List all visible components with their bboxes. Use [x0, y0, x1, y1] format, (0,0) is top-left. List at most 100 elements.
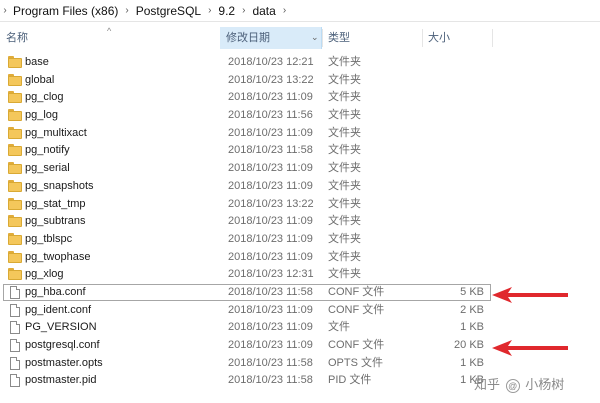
- list-item[interactable]: pg_twophase 2018/10/23 11:09 文件夹: [0, 249, 600, 267]
- file-size: 5 KB: [460, 285, 484, 298]
- list-item[interactable]: global 2018/10/23 13:22 文件夹: [0, 72, 600, 90]
- file-date: 2018/10/23 13:22: [228, 197, 314, 210]
- list-item[interactable]: pg_serial 2018/10/23 11:09 文件夹: [0, 160, 600, 178]
- column-header-type[interactable]: 类型: [322, 27, 422, 49]
- file-type: OPTS 文件: [328, 356, 384, 369]
- at-icon: @: [505, 378, 520, 393]
- list-item[interactable]: pg_log 2018/10/23 11:56 文件夹: [0, 107, 600, 125]
- file-name: pg_hba.conf: [25, 285, 86, 298]
- chevron-right-icon[interactable]: ›: [121, 5, 132, 16]
- column-divider[interactable]: [322, 29, 323, 47]
- file-size: [422, 266, 484, 284]
- file-name: PG_VERSION: [25, 321, 97, 334]
- column-header: 名称 修改日期 类型 大小: [0, 27, 600, 49]
- file-date: 2018/10/23 11:09: [228, 321, 313, 334]
- list-item[interactable]: base 2018/10/23 12:21 文件夹: [0, 54, 600, 72]
- file-size: [422, 249, 484, 267]
- folder-icon: [8, 232, 22, 245]
- file-type: 文件夹: [328, 56, 361, 68]
- list-item[interactable]: pg_subtrans 2018/10/23 11:09 文件夹: [0, 213, 600, 231]
- file-size: 20 KB: [454, 339, 484, 351]
- file-icon: [8, 374, 22, 388]
- watermark: 知乎 @ 小杨树: [474, 374, 564, 393]
- file-name: pg_tblspc: [25, 232, 73, 245]
- chevron-right-icon[interactable]: ›: [238, 5, 249, 16]
- file-type: 文件夹: [328, 144, 361, 157]
- chevron-right-icon[interactable]: ›: [204, 5, 215, 16]
- list-item[interactable]: PG_VERSION 2018/10/23 11:09 文件 1 KB: [0, 319, 600, 337]
- chevron-right-icon[interactable]: ›: [279, 5, 290, 16]
- folder-icon: [8, 162, 22, 175]
- breadcrumb: › Program Files (x86) › PostgreSQL › 9.2…: [0, 0, 600, 22]
- folder-icon: [8, 197, 22, 210]
- file-type: 文件夹: [328, 215, 361, 228]
- file-size: [422, 54, 484, 72]
- file-date: 2018/10/23 11:09: [228, 179, 313, 192]
- file-size: [422, 213, 484, 231]
- file-date: 2018/10/23 11:09: [228, 303, 313, 316]
- file-date: 2018/10/23 11:09: [228, 250, 313, 263]
- list-item[interactable]: pg_snapshots 2018/10/23 11:09 文件夹: [0, 178, 600, 196]
- file-date: 2018/10/23 11:09: [228, 91, 313, 104]
- breadcrumb-item[interactable]: 9.2: [215, 4, 238, 18]
- chevron-right-icon[interactable]: ›: [0, 5, 10, 16]
- list-item[interactable]: pg_notify 2018/10/23 11:58 文件夹: [0, 142, 600, 160]
- folder-icon: [8, 179, 22, 192]
- folder-icon: [8, 109, 22, 122]
- list-item[interactable]: pg_xlog 2018/10/23 12:31 文件夹: [0, 266, 600, 284]
- file-icon: [8, 321, 22, 335]
- file-size: [422, 107, 484, 125]
- annotation-arrow: [492, 340, 568, 356]
- list-item[interactable]: pg_clog 2018/10/23 11:09 文件夹: [0, 89, 600, 107]
- file-name: global: [25, 73, 55, 86]
- breadcrumb-item[interactable]: PostgreSQL: [133, 4, 204, 18]
- file-type: 文件: [328, 321, 350, 334]
- arrow-shape: [492, 287, 568, 303]
- folder-icon: [8, 126, 22, 139]
- list-item[interactable]: pg_tblspc 2018/10/23 11:09 文件夹: [0, 231, 600, 249]
- breadcrumb-item[interactable]: data: [249, 4, 278, 18]
- file-name: pg_stat_tmp: [25, 197, 86, 210]
- file-date: 2018/10/23 11:09: [228, 232, 313, 245]
- chevron-down-icon[interactable]: ⌄: [311, 33, 319, 42]
- file-name: pg_subtrans: [25, 215, 86, 228]
- column-header-date[interactable]: 修改日期: [220, 27, 322, 49]
- file-name: base: [25, 56, 49, 68]
- sort-caret-icon: ^: [107, 26, 112, 36]
- column-divider[interactable]: [492, 29, 493, 47]
- file-size: [422, 125, 484, 143]
- file-date: 2018/10/23 11:09: [228, 339, 313, 351]
- file-name: pg_snapshots: [25, 179, 94, 192]
- file-date: 2018/10/23 11:09: [228, 162, 313, 175]
- file-size: 1 KB: [460, 356, 484, 369]
- folder-icon: [8, 250, 22, 263]
- file-name: pg_serial: [25, 162, 70, 175]
- column-divider[interactable]: [422, 29, 423, 47]
- file-icon: [8, 339, 22, 352]
- folder-icon: [8, 56, 22, 68]
- file-date: 2018/10/23 11:58: [228, 356, 313, 369]
- file-name: pg_multixact: [25, 126, 87, 139]
- file-icon: [8, 303, 22, 317]
- file-size: [422, 89, 484, 107]
- file-size: [422, 142, 484, 160]
- file-name: pg_log: [25, 109, 59, 122]
- file-type: PID 文件: [328, 374, 372, 387]
- list-item[interactable]: pg_multixact 2018/10/23 11:09 文件夹: [0, 125, 600, 143]
- file-date: 2018/10/23 11:09: [228, 215, 313, 228]
- file-type: 文件夹: [328, 268, 361, 281]
- file-type: 文件夹: [328, 197, 361, 210]
- file-name: pg_twophase: [25, 250, 91, 263]
- file-size: [422, 178, 484, 196]
- watermark-prefix: 知乎: [474, 377, 501, 392]
- file-type: 文件夹: [328, 73, 361, 86]
- file-type: 文件夹: [328, 126, 361, 139]
- file-date: 2018/10/23 11:58: [228, 285, 313, 298]
- column-header-size[interactable]: 大小: [422, 27, 492, 49]
- folder-icon: [8, 268, 22, 281]
- file-date: 2018/10/23 11:09: [228, 126, 313, 139]
- breadcrumb-item[interactable]: Program Files (x86): [10, 4, 121, 18]
- list-item[interactable]: pg_stat_tmp 2018/10/23 13:22 文件夹: [0, 196, 600, 214]
- file-size: [422, 231, 484, 249]
- file-size: 1 KB: [460, 321, 484, 334]
